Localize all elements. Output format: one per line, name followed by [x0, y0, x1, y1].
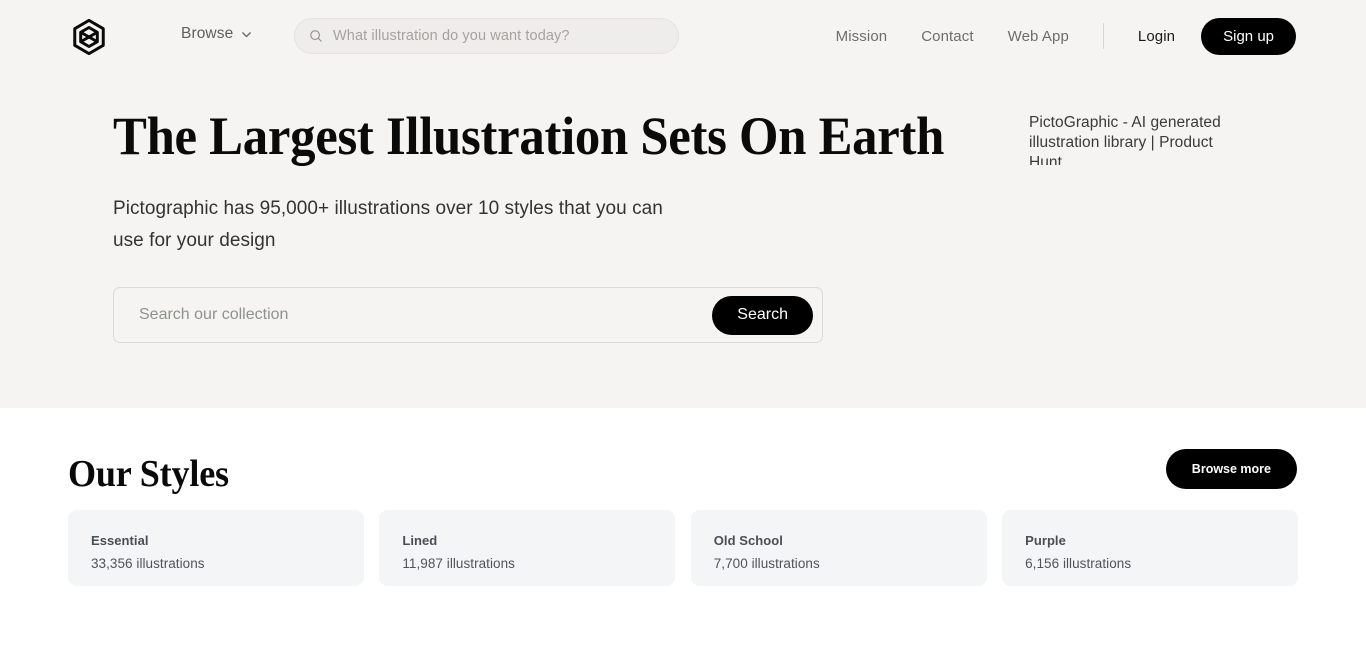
hero-heading: The Largest Illustration Sets On Earth	[113, 106, 945, 166]
style-card-count: 7,700 illustrations	[713, 556, 820, 571]
styles-section: Our Styles Browse more Essential 33,356 …	[0, 408, 1366, 655]
browse-label: Browse	[181, 25, 234, 42]
header-search-box[interactable]: What illustration do you want today?	[294, 18, 679, 54]
hero-subheading: Pictographic has 95,000+ illustrations o…	[113, 198, 663, 251]
nav-link-contact[interactable]: Contact	[921, 28, 973, 45]
header-search-placeholder: What illustration do you want today?	[333, 28, 570, 44]
hero-section: Browse What illustration do you want tod…	[0, 0, 1366, 408]
style-card-list: Essential 33,356 illustrations Lined 11,…	[68, 510, 1298, 586]
page-root: Browse What illustration do you want tod…	[0, 0, 1366, 655]
login-link[interactable]: Login	[1138, 28, 1175, 45]
style-card-title: Old School	[713, 533, 783, 548]
hero-search-box[interactable]: Search	[113, 287, 823, 343]
style-card[interactable]: Purple 6,156 illustrations	[1002, 510, 1298, 586]
search-icon	[310, 30, 322, 42]
site-header: Browse What illustration do you want tod…	[0, 0, 1366, 72]
style-card[interactable]: Old School 7,700 illustrations	[690, 510, 987, 586]
browse-menu[interactable]: Browse	[181, 25, 253, 43]
style-card[interactable]: Essential 33,356 illustrations	[68, 510, 364, 586]
style-card-title: Purple	[1025, 533, 1066, 548]
styles-section-title: Our Styles	[68, 453, 229, 495]
browse-more-button[interactable]: Browse more	[1165, 449, 1297, 489]
style-card-title: Essential	[91, 533, 149, 548]
chevron-down-icon	[242, 31, 252, 37]
style-card-count: 11,987 illustrations	[402, 556, 515, 571]
nav-link-web-app[interactable]: Web App	[1008, 28, 1069, 45]
header-nav: Mission Contact Web App Login Sign up	[836, 17, 1296, 55]
product-hunt-badge[interactable]: PictoGraphic - AI generated illustration…	[1029, 113, 1229, 165]
brand-logo-icon[interactable]	[70, 18, 108, 56]
style-card-count: 33,356 illustrations	[91, 556, 205, 571]
signup-button[interactable]: Sign up	[1201, 17, 1296, 55]
product-hunt-badge-text: PictoGraphic - AI generated illustration…	[1029, 114, 1221, 165]
nav-link-mission[interactable]: Mission	[836, 28, 888, 45]
style-card[interactable]: Lined 11,987 illustrations	[379, 510, 676, 586]
hero-search-button[interactable]: Search	[712, 295, 813, 335]
style-card-title: Lined	[402, 533, 438, 548]
nav-divider	[1102, 23, 1104, 49]
hero-search-input[interactable]	[139, 295, 713, 335]
style-card-count: 6,156 illustrations	[1025, 556, 1132, 571]
